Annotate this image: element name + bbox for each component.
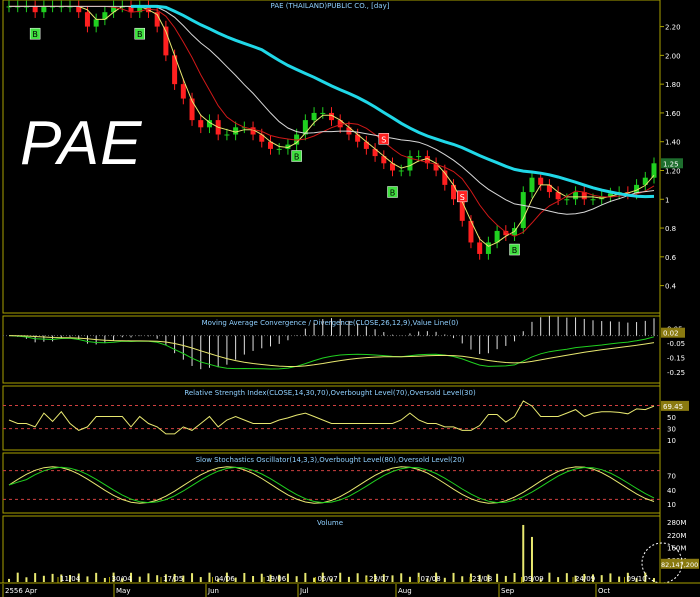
x-tick-label: 24/09: [575, 575, 595, 583]
price-tick-label: 1: [665, 196, 669, 204]
sell-signal-label: S: [460, 193, 465, 202]
price-candle: [564, 199, 570, 201]
price-tick-label: 1.80: [665, 81, 681, 89]
price-candle: [398, 170, 404, 172]
price-candle: [311, 112, 317, 121]
macd-panel-title: Moving Average Convergence / Divergence(…: [202, 319, 459, 327]
price-candle: [233, 127, 239, 135]
volume-tick-label: 220M: [667, 532, 686, 540]
buy-signal-label: B: [512, 246, 518, 255]
x-tick-label: 23/08: [472, 575, 492, 583]
x-tick-label: 23/07: [369, 575, 389, 583]
x-tick-label: 17/05: [163, 575, 183, 583]
x-tick-label: 05/07: [318, 575, 338, 583]
x-tick-label: 07/08: [421, 575, 441, 583]
stoch-tick-label: 70: [667, 472, 676, 480]
price-tick-label: 2.20: [665, 24, 681, 32]
price-tick-label: 1.60: [665, 110, 681, 118]
price-tick-label: 1.40: [665, 139, 681, 147]
price-candle: [32, 6, 38, 13]
stoch-tick-label: 10: [667, 501, 676, 509]
price-candle: [485, 242, 491, 254]
price-candle: [573, 192, 579, 200]
macd-tick-label: -0.15: [667, 354, 685, 362]
macd-tick-label: -0.25: [667, 369, 685, 377]
buy-signal-label: B: [32, 30, 38, 39]
month-label: 2556 Apr: [5, 587, 37, 595]
price-candle: [198, 120, 204, 128]
x-tick-label: 19/06: [266, 575, 287, 583]
buy-signal-label: B: [294, 153, 300, 162]
sell-signal-label: S: [381, 135, 386, 144]
price-candle: [320, 112, 326, 114]
rsi-tick-label: 30: [667, 426, 676, 434]
stoch-panel-title: Slow Stochastics Oscillator(14,3,3),Over…: [196, 456, 465, 464]
month-label: Oct: [598, 587, 610, 595]
price-candle: [520, 192, 526, 229]
price-candle: [93, 19, 99, 27]
x-tick-label: 04/06: [215, 575, 236, 583]
price-candle: [84, 12, 90, 27]
month-label: Aug: [398, 587, 412, 595]
rsi-last-label: 69.45: [663, 403, 683, 411]
ticker-watermark: PAE: [20, 109, 143, 178]
price-candle: [416, 156, 422, 158]
price-tick-label: 0.4: [665, 283, 677, 291]
month-label: Sep: [501, 587, 515, 595]
volume-tick-label: 280M: [667, 519, 686, 527]
price-candle: [41, 6, 47, 13]
month-label: Jul: [299, 587, 309, 595]
price-candle: [302, 120, 308, 135]
macd-last-label: 0.02: [663, 330, 679, 338]
price-candle: [477, 242, 483, 254]
last-price-label: 1.25: [663, 160, 679, 168]
buy-signal-label: B: [137, 30, 143, 39]
rsi-panel-title: Relative Strength Index(CLOSE,14,30,70),…: [184, 389, 476, 397]
month-label: May: [116, 587, 130, 595]
price-tick-label: 2.00: [665, 52, 681, 60]
x-tick-label: 11/04: [60, 575, 81, 583]
month-label: Jun: [207, 587, 219, 595]
x-tick-label: 30/04: [112, 575, 133, 583]
price-candle: [538, 177, 544, 185]
price-tick-label: 0.8: [665, 225, 676, 233]
volume-last-label: 82,147,200: [661, 561, 698, 569]
price-tick-label: 0.6: [665, 254, 677, 262]
rsi-tick-label: 10: [667, 437, 676, 445]
rsi-tick-label: 50: [667, 414, 676, 422]
price-tick-label: 1.20: [665, 167, 681, 175]
volume-tick-label: 160M: [667, 544, 686, 552]
macd-tick-label: -0.05: [667, 340, 685, 348]
buy-signal-label: B: [390, 188, 396, 197]
stock-chart: PAE (THAILAND)PUBLIC CO., [day] 2.20 2.00 1…: [0, 0, 700, 597]
x-tick-label: 09/10: [627, 575, 647, 583]
price-candle: [224, 134, 230, 136]
volume-panel-title: Volume: [317, 519, 343, 527]
price-candle: [180, 84, 186, 99]
price-candle: [590, 199, 596, 201]
price-candle: [276, 148, 282, 150]
price-panel-title: PAE (THAILAND)PUBLIC CO., [day]: [271, 2, 390, 10]
price-candle: [529, 177, 535, 193]
x-tick-label: 09/09: [524, 575, 544, 583]
price-candle: [451, 184, 457, 200]
stoch-tick-label: 40: [667, 487, 676, 495]
